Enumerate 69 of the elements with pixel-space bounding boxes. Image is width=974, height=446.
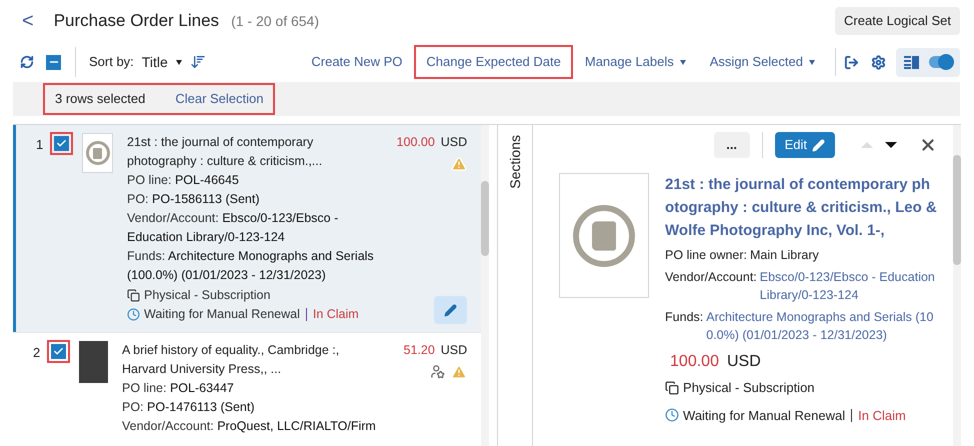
toolbar-action[interactable]: Change Expected Date (414, 45, 573, 79)
price: 100.00 (396, 134, 435, 151)
caret-icon (176, 60, 182, 64)
field-line: Vendor/Account: ProQuest, LLC/RIALTO/Firm (122, 418, 377, 435)
refresh-icon[interactable] (20, 55, 34, 69)
pencil-icon (444, 304, 458, 316)
row-number: 1 (36, 136, 44, 154)
columns-icon (904, 56, 919, 68)
sort-label: Sort by: (89, 53, 134, 72)
scrollbar[interactable] (953, 125, 961, 446)
field-line: PO line: POL-46645 (127, 172, 240, 189)
field-line: PO line: POL-63447 (122, 380, 235, 397)
check-icon (56, 138, 67, 149)
selection-count: 3 rows selected (55, 90, 146, 108)
sort-order-icon[interactable] (190, 54, 206, 70)
price: 100.00 (670, 352, 719, 372)
claim-text: In Claim (858, 406, 906, 424)
row-number: 2 (33, 344, 42, 362)
field-line: Vendor/Account: Ebsco/0-123/Ebsco - Education Library/0-123-124 (127, 210, 340, 246)
export-icon[interactable] (844, 54, 859, 70)
page-title: Purchase Order Lines (54, 10, 220, 32)
create-logical-set-button[interactable]: Create Logical Set (835, 7, 960, 35)
row-checkbox[interactable] (51, 344, 66, 359)
settings-icon[interactable] (871, 54, 886, 70)
field-line: Funds: Architecture Monographs and Serials (100.0%) (01/01/2023 - 12/31/2023) (127, 248, 375, 284)
status-text: Waiting for Manual Renewal (683, 406, 846, 425)
sort-dropdown[interactable]: Title (142, 52, 182, 72)
field-line: PO: PO-1476113 (Sent) (122, 399, 256, 416)
price: 51.20 (404, 342, 435, 359)
field-label: Funds: (665, 309, 704, 326)
field-label: Vendor/Account: (665, 269, 757, 286)
currency: USD (440, 342, 468, 359)
pencil-icon (812, 138, 826, 152)
field-value[interactable]: Ebsco/0-123/Ebsco - Education Library/0-123-124 (760, 268, 938, 304)
edit-button[interactable]: Edit (774, 132, 836, 158)
edit-button[interactable] (434, 296, 468, 324)
item-title[interactable]: 21st : the journal of contemporary photography : culture & criticism., Leo & Wolfe Photography Inc, Vol. 1-, (665, 173, 938, 242)
format-text: Physical - Subscription (144, 287, 270, 304)
next-icon[interactable] (885, 142, 898, 148)
list-row[interactable] (13, 125, 482, 332)
clock-icon (665, 408, 680, 422)
item-title[interactable]: 21st : the journal of contemporary photography : culture & criticism.,... (127, 133, 367, 171)
status-text: Waiting for Manual Renewal (144, 306, 300, 323)
toolbar-action[interactable]: Assign Selected (698, 45, 827, 79)
format-text: Physical - Subscription (683, 379, 815, 397)
field-value: Main Library (750, 247, 819, 264)
copies-icon (665, 380, 680, 395)
field-label: PO line owner: (665, 247, 748, 264)
layout-toggle[interactable] (896, 48, 960, 76)
scrollbar[interactable] (481, 125, 490, 446)
back-button[interactable]: < (22, 6, 34, 36)
book-cover-placeholder (79, 341, 108, 383)
more-button[interactable]: ... (714, 132, 750, 158)
currency: USD (440, 134, 468, 151)
currency: USD (726, 352, 761, 372)
field-value[interactable]: Architecture Monographs and Serials (100.0%) (01/01/2023 - 12/31/2023) (706, 308, 938, 344)
toolbar-action[interactable]: Create New PO (299, 45, 414, 79)
sections-tab[interactable]: Sections (497, 125, 534, 446)
toolbar-action[interactable]: Manage Labels (572, 45, 698, 79)
claim-text: In Claim (312, 306, 359, 323)
result-count: (1 - 20 of 654) (231, 12, 319, 31)
clock-icon (127, 308, 140, 321)
item-title[interactable]: A brief history of equality., Cambridge :, Harvard University Press,, ... (122, 341, 362, 379)
check-icon (53, 346, 64, 357)
clear-selection-link[interactable]: Clear Selection (175, 89, 264, 109)
row-checkbox[interactable] (54, 136, 69, 151)
select-all-checkbox[interactable] (46, 54, 61, 70)
copies-icon (127, 289, 140, 302)
field-line: PO: PO-1586113 (Sent) (127, 191, 261, 208)
